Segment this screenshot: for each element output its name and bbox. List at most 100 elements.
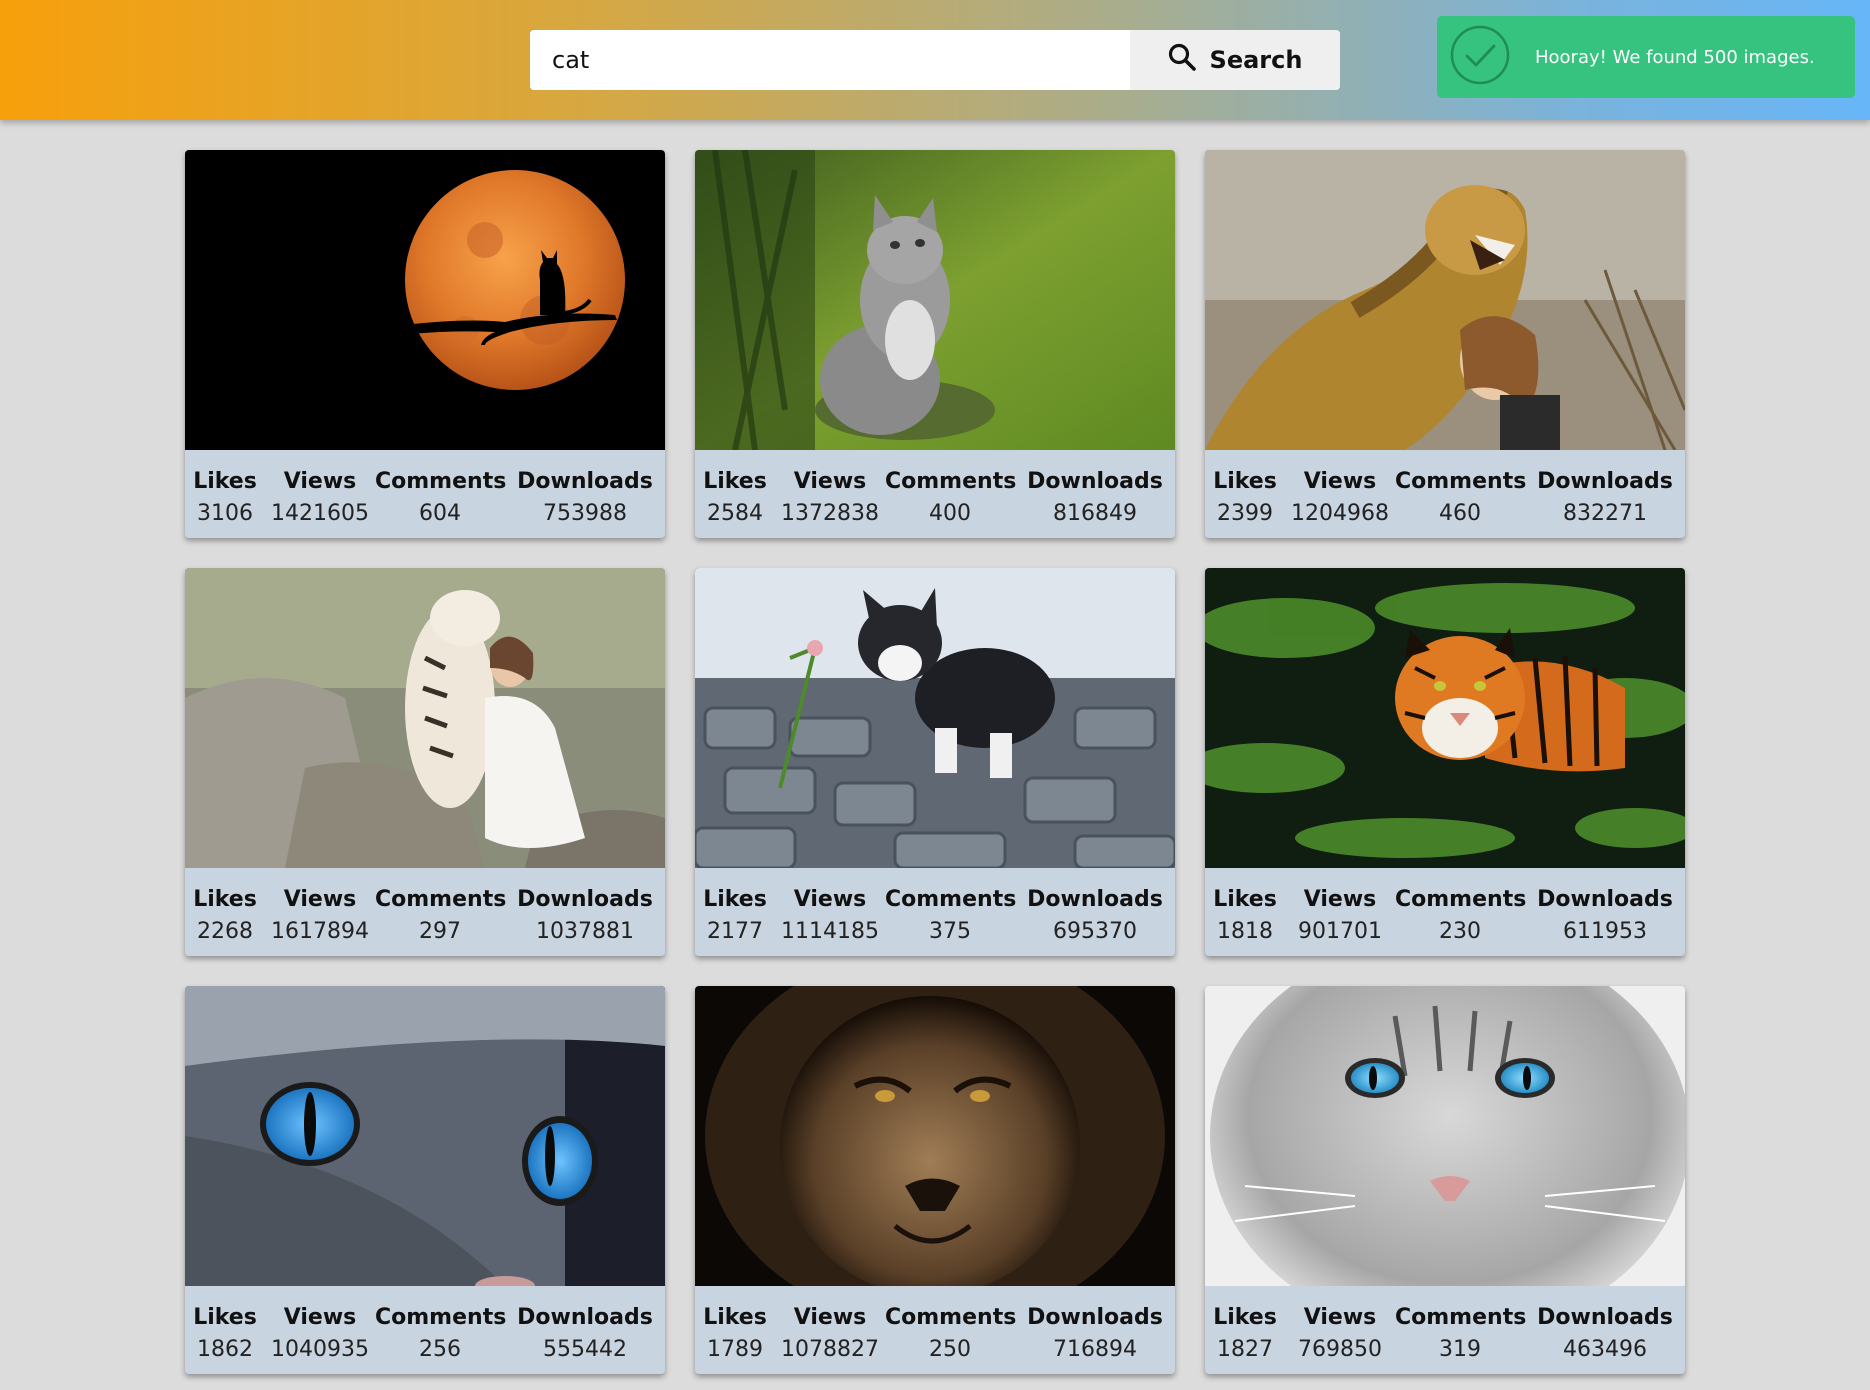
comments-count: 319 [1439, 1337, 1481, 1362]
search-icon [1168, 43, 1196, 77]
downloads-count: 753988 [543, 501, 627, 526]
image-card[interactable]: Likes 1818 Views 901701 Comments 230 Downlo… [1205, 568, 1685, 956]
downloads-label: Downloads [1537, 887, 1673, 912]
downloads-count: 463496 [1563, 1337, 1647, 1362]
likes-count: 1862 [197, 1337, 253, 1362]
downloads-count: 816849 [1053, 501, 1137, 526]
gallery-image[interactable] [1205, 150, 1685, 450]
image-stats: Likes 1789 Views 1078827 Comments 250 Downl… [695, 1286, 1175, 1374]
gallery-image[interactable] [1205, 568, 1685, 868]
image-card[interactable]: Likes 3106 Views 1421605 Comments 604 Downl… [185, 150, 665, 538]
likes-label: Likes [703, 1305, 767, 1330]
comments-count: 230 [1439, 919, 1481, 944]
comments-count: 400 [929, 501, 971, 526]
comments-label: Comments [1395, 1305, 1527, 1330]
gallery-image[interactable] [695, 986, 1175, 1286]
image-stats: Likes 1827 Views 769850 Comments 319 Downlo… [1205, 1286, 1685, 1374]
comments-count: 250 [929, 1337, 971, 1362]
likes-label: Likes [193, 887, 257, 912]
comments-count: 256 [419, 1337, 461, 1362]
downloads-count: 1037881 [536, 919, 634, 944]
search-button[interactable]: Search [1130, 30, 1340, 90]
views-label: Views [1303, 469, 1377, 494]
views-label: Views [793, 469, 867, 494]
app-header: Search Hooray! We found 500 images. [0, 0, 1870, 120]
gallery-image[interactable] [695, 568, 1175, 868]
likes-label: Likes [1213, 1305, 1277, 1330]
likes-label: Likes [1213, 469, 1277, 494]
downloads-count: 555442 [543, 1337, 627, 1362]
downloads-label: Downloads [517, 469, 653, 494]
gallery-image[interactable] [1205, 986, 1685, 1286]
image-card[interactable]: Likes 1827 Views 769850 Comments 319 Downlo… [1205, 986, 1685, 1374]
gallery-image[interactable] [695, 150, 1175, 450]
image-stats: Likes 2268 Views 1617894 Comments 297 Downl… [185, 868, 665, 956]
image-stats: Likes 2399 Views 1204968 Comments 460 Downl… [1205, 450, 1685, 538]
likes-label: Likes [193, 469, 257, 494]
likes-count: 2399 [1217, 501, 1273, 526]
image-card[interactable]: Likes 1862 Views 1040935 Comments 256 Downl… [185, 986, 665, 1374]
gallery-image[interactable] [185, 568, 665, 868]
image-stats: Likes 1818 Views 901701 Comments 230 Downlo… [1205, 868, 1685, 956]
downloads-label: Downloads [1027, 1305, 1163, 1330]
comments-label: Comments [1395, 887, 1527, 912]
views-label: Views [283, 469, 357, 494]
downloads-label: Downloads [517, 887, 653, 912]
views-count: 769850 [1298, 1337, 1382, 1362]
comments-label: Comments [375, 887, 507, 912]
views-label: Views [793, 887, 867, 912]
views-count: 901701 [1298, 919, 1382, 944]
gallery-image[interactable] [185, 150, 665, 450]
likes-label: Likes [703, 887, 767, 912]
toast-message: Hooray! We found 500 images. [1535, 46, 1815, 68]
comments-label: Comments [885, 469, 1017, 494]
comments-count: 297 [419, 919, 461, 944]
comments-label: Comments [885, 887, 1017, 912]
image-stats: Likes 3106 Views 1421605 Comments 604 Downl… [185, 450, 665, 538]
success-toast[interactable]: Hooray! We found 500 images. [1437, 16, 1855, 98]
image-gallery: Likes 3106 Views 1421605 Comments 604 Downl… [185, 150, 1685, 1374]
views-count: 1040935 [271, 1337, 369, 1362]
views-count: 1372838 [781, 501, 879, 526]
image-card[interactable]: Likes 2584 Views 1372838 Comments 400 Downl… [695, 150, 1175, 538]
image-stats: Likes 1862 Views 1040935 Comments 256 Downl… [185, 1286, 665, 1374]
downloads-label: Downloads [517, 1305, 653, 1330]
downloads-count: 716894 [1053, 1337, 1137, 1362]
likes-label: Likes [1213, 887, 1277, 912]
views-count: 1204968 [1291, 501, 1389, 526]
views-label: Views [1303, 1305, 1377, 1330]
comments-label: Comments [885, 1305, 1017, 1330]
downloads-count: 695370 [1053, 919, 1137, 944]
image-card[interactable]: Likes 2268 Views 1617894 Comments 297 Downl… [185, 568, 665, 956]
views-count: 1078827 [781, 1337, 879, 1362]
image-stats: Likes 2584 Views 1372838 Comments 400 Downl… [695, 450, 1175, 538]
views-label: Views [283, 887, 357, 912]
views-label: Views [283, 1305, 357, 1330]
comments-count: 604 [419, 501, 461, 526]
image-card[interactable]: Likes 1789 Views 1078827 Comments 250 Downl… [695, 986, 1175, 1374]
comments-count: 460 [1439, 501, 1481, 526]
likes-count: 3106 [197, 501, 253, 526]
likes-count: 2177 [707, 919, 763, 944]
search-button-label: Search [1209, 46, 1303, 74]
likes-count: 1789 [707, 1337, 763, 1362]
downloads-label: Downloads [1537, 1305, 1673, 1330]
search-input[interactable] [530, 30, 1130, 90]
comments-label: Comments [375, 469, 507, 494]
views-count: 1114185 [781, 919, 879, 944]
likes-count: 1818 [1217, 919, 1273, 944]
comments-label: Comments [1395, 469, 1527, 494]
downloads-label: Downloads [1027, 887, 1163, 912]
downloads-count: 611953 [1563, 919, 1647, 944]
views-count: 1421605 [271, 501, 369, 526]
views-label: Views [793, 1305, 867, 1330]
likes-count: 2584 [707, 501, 763, 526]
views-label: Views [1303, 887, 1377, 912]
image-card[interactable]: Likes 2177 Views 1114185 Comments 375 Downl… [695, 568, 1175, 956]
downloads-count: 832271 [1563, 501, 1647, 526]
likes-label: Likes [193, 1305, 257, 1330]
image-card[interactable]: Likes 2399 Views 1204968 Comments 460 Downl… [1205, 150, 1685, 538]
gallery-image[interactable] [185, 986, 665, 1286]
downloads-label: Downloads [1537, 469, 1673, 494]
comments-label: Comments [375, 1305, 507, 1330]
